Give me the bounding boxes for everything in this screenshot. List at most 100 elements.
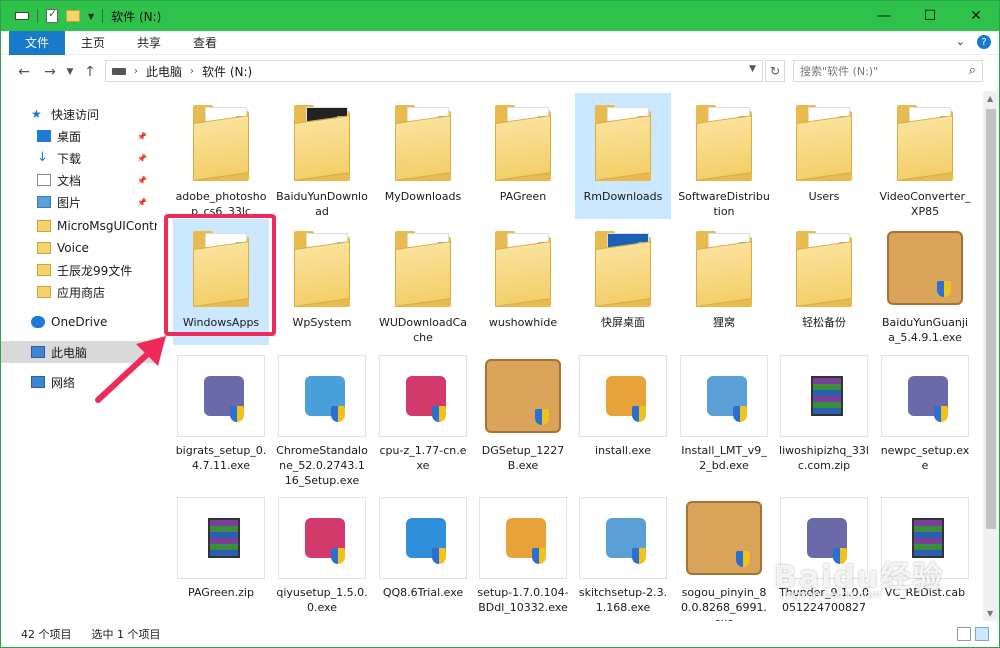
tab-share[interactable]: 共享	[121, 31, 177, 55]
file-item[interactable]: Install_LMT_v9_2_bd.exe	[676, 347, 772, 473]
folder-item[interactable]: adobe_photoshop_cs6_33lc	[173, 93, 269, 219]
folder-item[interactable]: wushowhide	[475, 219, 571, 345]
sidebar-item[interactable]: MicroMsgUIContr	[1, 215, 159, 237]
installer-icon	[579, 355, 667, 437]
file-item[interactable]: sogou_pinyin_80.0.8268_6991.exe	[676, 489, 772, 621]
sidebar-item[interactable]: 图片 📌	[1, 191, 155, 213]
folder-item[interactable]: RmDownloads	[575, 93, 671, 219]
chevron-right-icon[interactable]: ›	[190, 66, 194, 77]
ribbon-right-controls: ⌄ ?	[956, 35, 991, 49]
sidebar-item[interactable]: Voice	[1, 237, 155, 259]
tab-home[interactable]: 主页	[65, 31, 121, 55]
chevron-right-icon[interactable]: ›	[134, 66, 138, 77]
explorer-window: ▼ 软件 (N:) — ☐ ✕ 文件 主页 共享 查看 ⌄ ? ← → ▼ ↑ …	[0, 0, 1000, 648]
file-item[interactable]: PAGreen.zip	[173, 489, 269, 615]
sidebar-item-label: 此电脑	[51, 345, 88, 360]
file-item[interactable]: setup-1.7.0.104-BDdl_10332.exe	[475, 489, 571, 615]
new-folder-icon[interactable]	[66, 10, 80, 22]
folder-item[interactable]: WpSystem	[274, 219, 370, 345]
close-button[interactable]: ✕	[953, 1, 999, 31]
pin-icon[interactable]: 📌	[137, 176, 147, 185]
search-icon[interactable]: ⌕	[969, 63, 976, 78]
file-item[interactable]: qiyusetup_1.5.0.0.exe	[274, 489, 370, 615]
file-item[interactable]: BaiduYunGuanjia_5.4.9.1.exe	[877, 219, 973, 345]
breadcrumb-drive[interactable]: 软件 (N:)	[202, 63, 252, 80]
help-icon[interactable]: ?	[977, 35, 991, 49]
sidebar-item[interactable]: ↓ 下载 📌	[1, 147, 155, 169]
folder-item[interactable]: 快屏桌面	[575, 219, 671, 345]
maximize-button[interactable]: ☐	[907, 1, 953, 31]
tab-view[interactable]: 查看	[177, 31, 233, 55]
recent-locations-icon[interactable]: ▼	[63, 67, 77, 77]
up-arrow-icon[interactable]: ↑	[77, 64, 103, 80]
view-switcher	[957, 627, 989, 641]
ribbon-tabs: 文件 主页 共享 查看 ⌄ ?	[1, 30, 999, 55]
installer-icon	[479, 497, 567, 579]
refresh-button[interactable]: ↻	[765, 60, 785, 82]
file-item[interactable]: cpu-z_1.77-cn.exe	[375, 347, 471, 473]
file-name: newpc_setup.exe	[880, 444, 970, 472]
file-name: Users	[808, 190, 840, 203]
installer-icon	[379, 355, 467, 437]
file-name: sogou_pinyin_80.0.8268_6991.exe	[681, 586, 767, 621]
folder-item[interactable]: 狸窝	[676, 219, 772, 345]
chevron-down-icon[interactable]: ▼	[749, 64, 756, 74]
pin-icon[interactable]: 📌	[137, 198, 147, 207]
cloud-icon	[31, 316, 45, 328]
file-item[interactable]: QQ8.6Trial.exe	[375, 489, 471, 615]
file-name: 狸窝	[713, 316, 735, 329]
file-item[interactable]: DGSetup_1227B.exe	[475, 347, 571, 473]
file-name: PAGreen	[499, 190, 547, 203]
large-icons-view-icon[interactable]	[975, 627, 989, 641]
scroll-down-icon[interactable]: ▼	[987, 609, 993, 618]
folder-item[interactable]: PAGreen	[475, 93, 571, 219]
file-item[interactable]: ChromeStandalone_52.0.2743.116_Setup.exe	[274, 347, 370, 487]
item-count: 42 个项目	[21, 628, 72, 641]
customize-toolbar-icon[interactable]: ▼	[88, 12, 94, 21]
folder-item[interactable]: 轻松备份	[776, 219, 872, 345]
file-name: bigrats_setup_0.4.7.11.exe	[175, 444, 267, 472]
pin-icon[interactable]: 📌	[137, 154, 147, 163]
breadcrumb-this-pc[interactable]: 此电脑	[146, 63, 182, 80]
back-arrow-icon[interactable]: ←	[11, 64, 37, 80]
computer-icon	[31, 346, 45, 358]
vertical-scrollbar[interactable]: ▲ ▼	[983, 91, 999, 621]
installer-box-icon	[680, 497, 768, 579]
folder-item[interactable]: SoftwareDistribution	[676, 93, 772, 219]
file-name: DGSetup_1227B.exe	[481, 444, 565, 472]
file-item[interactable]: liwoshipizhq_33lc.com.zip	[776, 347, 872, 473]
window-title: 软件 (N:)	[111, 9, 162, 24]
sidebar-item[interactable]: 应用商店	[1, 281, 155, 303]
folder-icon	[591, 103, 655, 183]
installer-box-icon	[479, 355, 567, 437]
address-bar[interactable]: › 此电脑 › 软件 (N:) ▼	[105, 60, 763, 82]
file-item[interactable]: install.exe	[575, 347, 671, 473]
documents-icon	[37, 174, 51, 186]
file-item[interactable]: bigrats_setup_0.4.7.11.exe	[173, 347, 269, 473]
archive-icon	[780, 355, 868, 437]
folder-item[interactable]: WUDownloadCache	[375, 219, 471, 345]
forward-arrow-icon[interactable]: →	[37, 64, 63, 80]
sidebar-item[interactable]: 壬辰龙99文件	[1, 259, 155, 281]
star-icon: ★	[31, 107, 42, 121]
sidebar-item[interactable]: ★ 快速访问	[1, 103, 155, 125]
sidebar-item[interactable]: 文档 📌	[1, 169, 155, 191]
folder-item[interactable]: Users	[776, 93, 872, 219]
minimize-button[interactable]: —	[861, 1, 907, 31]
folder-item[interactable]: BaiduYunDownload	[274, 93, 370, 219]
folder-item[interactable]: MyDownloads	[375, 93, 471, 219]
sidebar-item[interactable]: 桌面 📌	[1, 125, 155, 147]
scroll-up-icon[interactable]: ▲	[987, 94, 993, 103]
search-input[interactable]: 搜索"软件 (N:)" ⌕	[793, 60, 983, 82]
tab-file[interactable]: 文件	[9, 30, 66, 55]
navigation-bar: ← → ▼ ↑ › 此电脑 › 软件 (N:) ▼ ↻ 搜索"软件 (N:)" …	[1, 56, 999, 88]
pin-icon[interactable]: 📌	[137, 132, 147, 141]
properties-icon[interactable]	[46, 7, 58, 23]
file-item[interactable]: skitchsetup-2.3.1.168.exe	[575, 489, 671, 615]
file-item[interactable]: newpc_setup.exe	[877, 347, 973, 473]
details-view-icon[interactable]	[957, 627, 971, 641]
folder-item[interactable]: VideoConverter_XP85	[877, 93, 973, 219]
scrollbar-thumb[interactable]	[986, 109, 996, 529]
expand-ribbon-icon[interactable]: ⌄	[956, 35, 965, 49]
file-name: liwoshipizhq_33lc.com.zip	[779, 444, 869, 472]
